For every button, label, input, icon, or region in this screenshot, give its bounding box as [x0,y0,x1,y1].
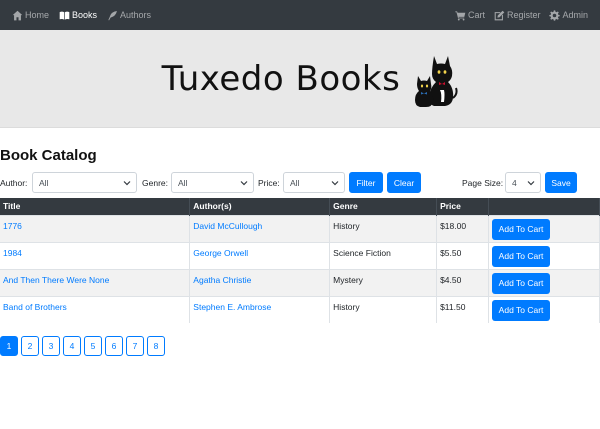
add-to-cart-button[interactable]: Add To Cart [492,272,551,294]
nav-authors[interactable]: Authors [107,10,151,21]
column-header-genre[interactable]: Genre [329,198,438,215]
book-title-link[interactable]: 1984 [3,248,22,258]
nav-books-label: Books [72,10,98,20]
page-title: Book Catalog [0,147,97,164]
chevron-down-icon [527,181,535,186]
nav-authors-label: Authors [120,10,152,20]
column-header-authors[interactable]: Author(s) [189,198,331,215]
feather-icon [108,10,117,20]
nav-admin-label: Admin [562,10,588,20]
nav-home[interactable]: Home [12,10,49,21]
nav-register[interactable]: Register [494,10,541,21]
page-button-7[interactable]: 7 [126,336,144,356]
site-logo-text: Tuxedo Books [161,58,401,99]
table-row: Band of Brothers Stephen E. Ambrose Hist… [0,295,600,323]
site-logo[interactable]: Tuxedo Books [142,50,459,108]
author-select[interactable]: All [32,172,137,193]
book-title-link[interactable]: And Then There Were None [3,275,109,285]
chevron-down-icon [123,181,131,186]
price-filter-label: Price: [258,178,280,188]
genre-cell: Science Fiction [329,241,438,269]
page-button-1[interactable]: 1 [0,336,18,356]
cart-icon [455,10,466,21]
page-size-value: 4 [512,178,517,188]
tuxedo-cats-icon [415,55,458,107]
author-link[interactable]: David McCullough [193,221,262,231]
top-navbar: Home Books Authors Cart Register Admin [0,0,600,30]
page-button-8[interactable]: 8 [147,336,165,356]
edit-icon [494,10,505,20]
chevron-down-icon [331,181,339,186]
nav-admin[interactable]: Admin [549,9,588,21]
price-cell: $11.50 [436,295,490,323]
column-header-price[interactable]: Price [436,198,490,215]
book-icon [59,11,70,20]
page-button-4[interactable]: 4 [63,336,81,356]
price-select-value: All [290,178,300,188]
author-filter-label: Author: [0,178,28,188]
gear-icon [549,9,561,21]
author-link[interactable]: Agatha Christie [193,275,251,285]
author-select-value: All [39,178,49,188]
price-cell: $4.50 [436,268,490,296]
table-row: 1984 George Orwell Science Fiction $5.50… [0,241,600,269]
home-icon [12,10,23,20]
book-title-link[interactable]: 1776 [3,221,22,231]
save-button[interactable]: Save [545,172,577,193]
page-size-label: Page Size: [462,178,504,188]
nav-cart-label: Cart [467,10,485,20]
page-button-3[interactable]: 3 [42,336,60,356]
filter-bar: Author: All Genre: All Price: All Filter… [0,172,600,194]
table-header-row: Title Author(s) Genre Price [0,198,600,215]
price-select[interactable]: All [283,172,345,193]
add-to-cart-button[interactable]: Add To Cart [492,245,551,267]
author-link[interactable]: George Orwell [193,248,248,258]
nav-cart[interactable]: Cart [455,10,485,21]
price-cell: $5.50 [436,241,490,269]
page-button-2[interactable]: 2 [21,336,39,356]
column-header-title[interactable]: Title [0,198,191,215]
site-banner: Tuxedo Books [0,30,600,128]
page-size-select[interactable]: 4 [505,172,541,193]
page-button-5[interactable]: 5 [84,336,102,356]
filter-button[interactable]: Filter [349,172,383,193]
column-header-action [488,198,600,215]
book-title-link[interactable]: Band of Brothers [3,302,67,312]
author-link[interactable]: Stephen E. Ambrose [193,302,271,312]
add-to-cart-button[interactable]: Add To Cart [492,299,551,321]
add-to-cart-button[interactable]: Add To Cart [492,218,551,240]
nav-home-label: Home [25,10,50,20]
book-table: Title Author(s) Genre Price 1776 David M… [0,198,600,323]
genre-cell: History [329,214,438,242]
genre-filter-label: Genre: [142,178,168,188]
chevron-down-icon [240,181,248,186]
table-row: And Then There Were None Agatha Christie… [0,268,600,296]
pagination: 1 2 3 4 5 6 7 8 [0,336,168,356]
nav-register-label: Register [506,10,541,20]
genre-cell: History [329,295,438,323]
price-cell: $18.00 [436,214,490,242]
genre-select[interactable]: All [171,172,254,193]
nav-books[interactable]: Books [59,10,97,21]
genre-cell: Mystery [329,268,438,296]
page-button-6[interactable]: 6 [105,336,123,356]
genre-select-value: All [178,178,188,188]
clear-button[interactable]: Clear [387,172,421,193]
table-row: 1776 David McCullough History $18.00 Add… [0,214,600,242]
